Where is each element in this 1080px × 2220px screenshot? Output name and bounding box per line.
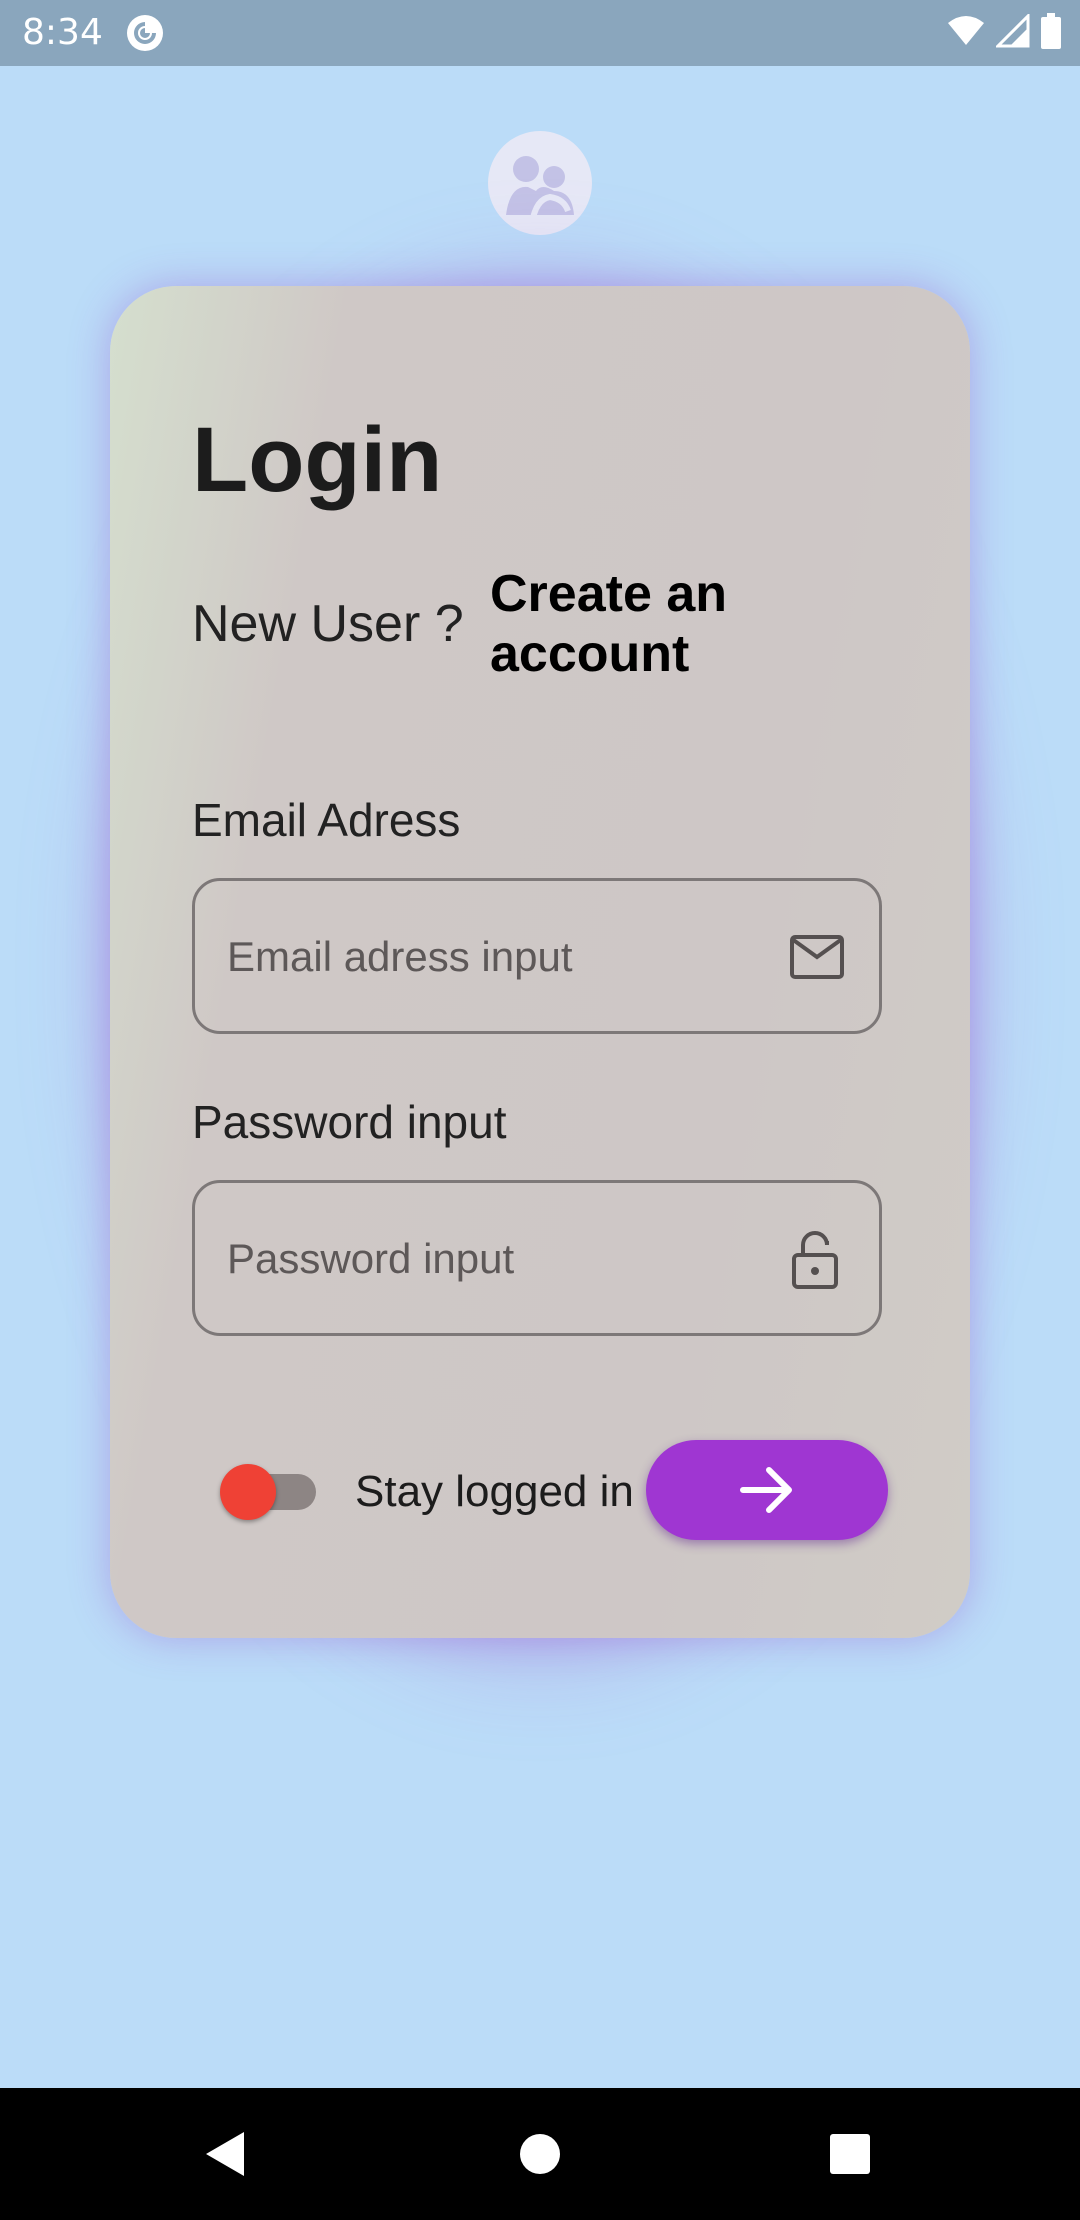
page-title: Login [192,409,443,511]
people-logo-icon [488,131,592,235]
email-input[interactable] [225,881,769,1033]
recents-icon[interactable] [814,2118,886,2190]
wifi-icon [946,15,986,51]
home-icon[interactable] [504,2118,576,2190]
create-account-link[interactable]: Create an account [490,564,790,684]
pocket-casts-icon [126,14,164,52]
email-field-container [192,878,882,1034]
signal-icon [994,12,1030,52]
toggle-thumb [220,1464,276,1520]
lock-icon [791,1229,839,1289]
arrow-right-icon [740,1467,792,1513]
stay-logged-in-toggle[interactable] [220,1464,320,1520]
battery-icon [1040,13,1062,53]
password-field-container [192,1180,882,1336]
login-card: Login New User ? Create an account Email… [110,286,970,1638]
mail-icon [789,933,845,981]
password-label: Password input [192,1096,507,1148]
navigation-bar [0,2088,1080,2220]
new-user-text: New User ? [192,595,464,653]
back-icon[interactable] [190,2118,262,2190]
email-label: Email Adress [192,794,461,846]
status-bar: 8:34 [0,0,1080,66]
stay-logged-in-label: Stay logged in [355,1467,634,1516]
login-submit-button[interactable] [646,1440,888,1540]
password-input[interactable] [225,1183,769,1335]
status-time: 8:34 [22,12,103,53]
status-icons [946,12,1062,53]
